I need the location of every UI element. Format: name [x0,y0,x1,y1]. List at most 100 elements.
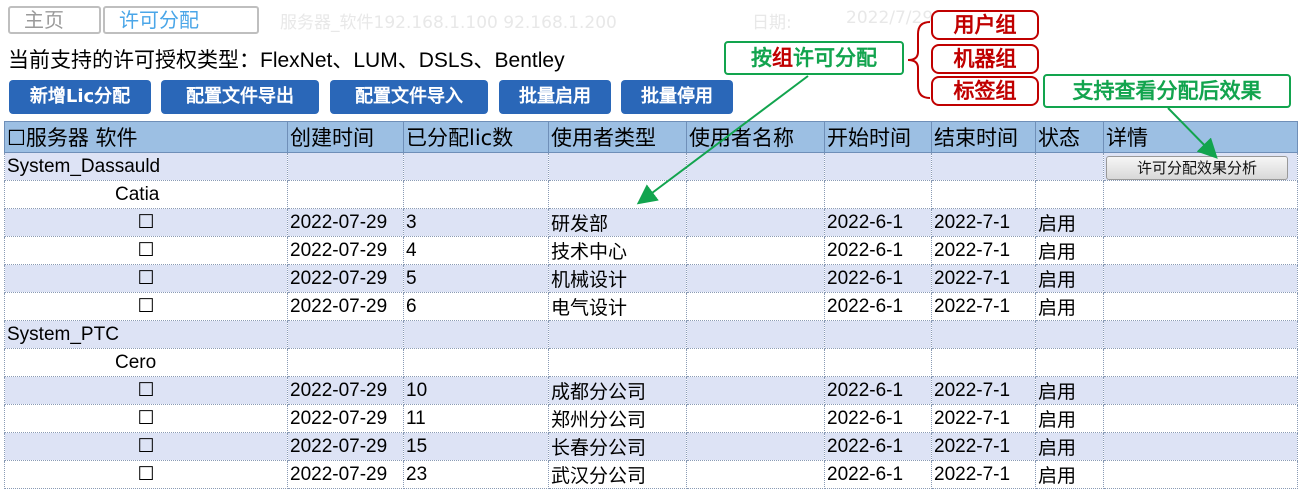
header-user-name: 使用者名称 [686,121,825,153]
row-checkbox[interactable]: ☐ [4,208,288,237]
table-header-row: ☐服务器 软件 创建时间 已分配lic数 使用者类型 使用者名称 开始时间 结束… [4,121,1298,153]
count-cell: 6 [403,292,549,321]
table-row: ☐ 2022-07-29 5 机械设计 2022-6-1 2022-7-1 启用 [4,264,1298,293]
user-name-cell [686,208,825,237]
start-cell: 2022-6-1 [824,264,932,293]
system-row: System_PTC [4,320,1298,349]
status-cell: 启用 [1035,460,1104,489]
row-checkbox[interactable]: ☐ [4,460,288,489]
table-row: ☐ 2022-07-29 6 电气设计 2022-6-1 2022-7-1 启用 [4,292,1298,321]
created-cell: 2022-07-29 [287,376,404,405]
system-row: System_Dassauld 许可分配效果分析 [4,152,1298,181]
user-name-cell [686,264,825,293]
user-name-cell [686,292,825,321]
created-cell: 2022-07-29 [287,460,404,489]
allocation-effect-analysis-button[interactable]: 许可分配效果分析 [1106,155,1288,180]
status-cell: 启用 [1035,236,1104,265]
table-row: ☐ 2022-07-29 11 郑州分公司 2022-6-1 2022-7-1 … [4,404,1298,433]
start-cell: 2022-6-1 [824,208,932,237]
user-name-cell [686,432,825,461]
view-effect-callout: 支持查看分配后效果 [1043,74,1291,108]
software-name: Catia [4,180,288,209]
table-row: ☐ 2022-07-29 23 武汉分公司 2022-6-1 2022-7-1 … [4,460,1298,489]
import-config-button[interactable]: 配置文件导入 [330,80,488,114]
header-end: 结束时间 [931,121,1036,153]
add-lic-allocation-button[interactable]: 新增Lic分配 [9,80,151,114]
header-start: 开始时间 [824,121,932,153]
row-checkbox[interactable]: ☐ [4,292,288,321]
created-cell: 2022-07-29 [287,236,404,265]
end-cell: 2022-7-1 [931,236,1036,265]
start-cell: 2022-6-1 [824,292,932,321]
supported-types-label: 当前支持的许可授权类型： [8,48,260,72]
count-cell: 5 [403,264,549,293]
status-cell: 启用 [1035,404,1104,433]
callout-prefix: 按 [751,46,772,70]
table-row: ☐ 2022-07-29 3 研发部 2022-6-1 2022-7-1 启用 [4,208,1298,237]
batch-disable-button[interactable]: 批量停用 [621,80,733,114]
row-checkbox[interactable]: ☐ [4,432,288,461]
end-cell: 2022-7-1 [931,376,1036,405]
user-group-callout: 用户组 [931,10,1039,40]
header-status: 状态 [1035,121,1104,153]
user-name-cell [686,404,825,433]
table-row: ☐ 2022-07-29 4 技术中心 2022-6-1 2022-7-1 启用 [4,236,1298,265]
end-cell: 2022-7-1 [931,292,1036,321]
row-checkbox[interactable]: ☐ [4,376,288,405]
callout-suffix: 许可分配 [793,46,877,70]
batch-enable-button[interactable]: 批量启用 [499,80,611,114]
header-user-type: 使用者类型 [548,121,687,153]
row-checkbox[interactable]: ☐ [4,236,288,265]
license-allocation-table: ☐服务器 软件 创建时间 已分配lic数 使用者类型 使用者名称 开始时间 结束… [4,121,1298,489]
start-cell: 2022-6-1 [824,432,932,461]
tab-license-allocation[interactable]: 许可分配 [103,6,259,34]
end-cell: 2022-7-1 [931,432,1036,461]
count-cell: 3 [403,208,549,237]
end-cell: 2022-7-1 [931,208,1036,237]
group-allocation-callout: 按组许可分配 [724,41,904,75]
date-value-faded: 2022/7/29 [846,8,934,28]
user-name-cell [686,376,825,405]
date-label-faded: 日期: [752,13,792,33]
user-type-cell: 长春分公司 [548,432,687,461]
status-cell: 启用 [1035,208,1104,237]
created-cell: 2022-07-29 [287,432,404,461]
table-row: ☐ 2022-07-29 10 成都分公司 2022-6-1 2022-7-1 … [4,376,1298,405]
user-type-cell: 电气设计 [548,292,687,321]
tab-home[interactable]: 主页 [8,6,101,34]
created-cell: 2022-07-29 [287,292,404,321]
group-brace [907,21,931,99]
server-info-faded: 服务器_软件192.168.1.100 92.168.1.200 [280,13,617,33]
export-config-button[interactable]: 配置文件导出 [161,80,319,114]
user-type-cell: 成都分公司 [548,376,687,405]
system-name: System_PTC [4,320,288,349]
status-cell: 启用 [1035,292,1104,321]
machine-group-callout: 机器组 [931,44,1039,74]
system-name: System_Dassauld [4,152,288,181]
supported-types-list: FlexNet、LUM、DSLS、Bentley [260,49,565,72]
start-cell: 2022-6-1 [824,236,932,265]
count-cell: 15 [403,432,549,461]
supported-license-types: 当前支持的许可授权类型：FlexNet、LUM、DSLS、Bentley [8,44,565,74]
status-cell: 启用 [1035,376,1104,405]
start-cell: 2022-6-1 [824,460,932,489]
row-checkbox[interactable]: ☐ [4,264,288,293]
user-type-cell: 技术中心 [548,236,687,265]
header-server-software[interactable]: ☐服务器 软件 [4,121,288,153]
callout-highlight: 组 [772,46,793,70]
created-cell: 2022-07-29 [287,208,404,237]
end-cell: 2022-7-1 [931,264,1036,293]
tag-group-callout: 标签组 [931,76,1039,106]
end-cell: 2022-7-1 [931,460,1036,489]
user-type-cell: 武汉分公司 [548,460,687,489]
software-row: Cero [4,348,1298,377]
table-row: ☐ 2022-07-29 15 长春分公司 2022-6-1 2022-7-1 … [4,432,1298,461]
header-created: 创建时间 [287,121,404,153]
user-name-cell [686,460,825,489]
software-name: Cero [4,348,288,377]
user-type-cell: 研发部 [548,208,687,237]
header-detail: 详情 [1103,121,1298,153]
user-name-cell [686,236,825,265]
user-type-cell: 郑州分公司 [548,404,687,433]
row-checkbox[interactable]: ☐ [4,404,288,433]
